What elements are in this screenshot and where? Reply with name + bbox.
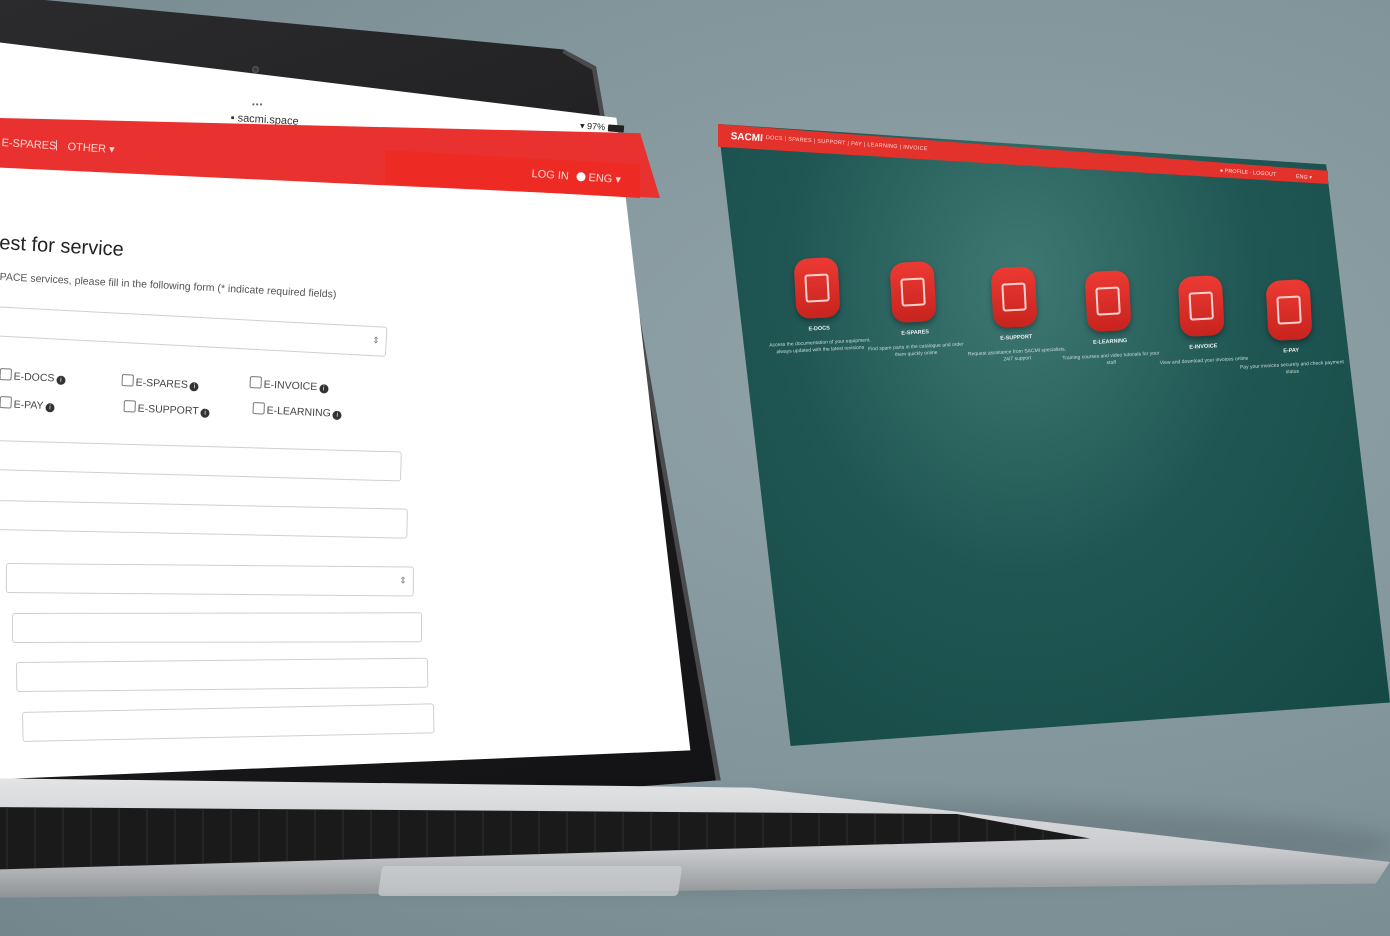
language-label: ENG ▾ xyxy=(588,171,622,187)
monitor-icon[interactable] xyxy=(990,265,1038,329)
floating-screen xyxy=(718,124,1390,746)
select-arrow-icon: ⇕ xyxy=(371,335,380,346)
service-card-e-support[interactable]: E-SUPPORT Request assistance from SACMI … xyxy=(961,264,1070,365)
service-card-e-docs[interactable]: E-DOCS Access the documentation of your … xyxy=(764,255,873,356)
trackpad xyxy=(377,866,683,896)
checkbox-label: E-DOCS xyxy=(13,370,55,385)
service-card-e-spares[interactable]: E-SPARES Find spare parts in the catalog… xyxy=(860,259,969,360)
battery-percent: 97% xyxy=(586,120,606,133)
text-field-3[interactable] xyxy=(12,612,423,643)
info-icon[interactable]: i xyxy=(332,410,342,421)
globe-icon xyxy=(576,171,586,182)
checkbox-e-docs[interactable]: E-DOCS i xyxy=(0,368,66,385)
checkbox-label: E-INVOICE xyxy=(263,378,318,394)
checkbox-icon[interactable] xyxy=(249,376,262,389)
credit-card-icon[interactable] xyxy=(1265,278,1313,342)
sacmi-logo[interactable]: SACMI xyxy=(730,131,763,144)
service-title: E-LEARNING xyxy=(1092,338,1128,346)
info-icon[interactable]: i xyxy=(56,375,66,385)
checkbox-icon[interactable] xyxy=(123,400,136,413)
info-icon[interactable]: i xyxy=(45,403,55,413)
service-title: E-PAY xyxy=(1283,347,1300,355)
invoice-icon[interactable] xyxy=(1177,274,1225,338)
select-arrow-icon: ⇕ xyxy=(399,575,407,586)
browser-dots: ••• xyxy=(252,100,264,109)
text-field-4[interactable] xyxy=(16,657,429,692)
checkbox-icon[interactable] xyxy=(121,374,134,387)
cart-icon[interactable] xyxy=(889,260,937,324)
nav-separator: | xyxy=(55,139,58,151)
service-card-e-pay[interactable]: E-PAY Pay your invoices securely and che… xyxy=(1236,277,1345,378)
checkbox-label: E-SPARES xyxy=(135,376,189,391)
checkbox-label: E-PAY xyxy=(13,398,44,412)
battery-icon xyxy=(607,124,625,133)
checkbox-icon[interactable] xyxy=(0,396,12,409)
info-icon[interactable]: i xyxy=(189,382,200,392)
service-title: E-DOCS xyxy=(808,325,831,333)
info-icon[interactable]: i xyxy=(318,384,329,394)
country-select[interactable]: ⇕ xyxy=(5,563,414,597)
camera-icon xyxy=(252,66,259,73)
checkbox-icon[interactable] xyxy=(0,368,12,381)
service-title: E-SPARES xyxy=(901,329,930,337)
floating-language[interactable]: ENG ▾ xyxy=(1296,174,1313,181)
info-icon[interactable]: i xyxy=(200,408,210,418)
login-link[interactable]: LOG IN xyxy=(531,168,569,183)
service-title: E-SUPPORT xyxy=(1000,334,1033,342)
checkbox-e-pay[interactable]: E-PAY i xyxy=(0,396,55,413)
checkbox-icon[interactable] xyxy=(252,402,265,415)
video-icon[interactable] xyxy=(1084,269,1132,333)
document-icon[interactable] xyxy=(793,256,841,320)
